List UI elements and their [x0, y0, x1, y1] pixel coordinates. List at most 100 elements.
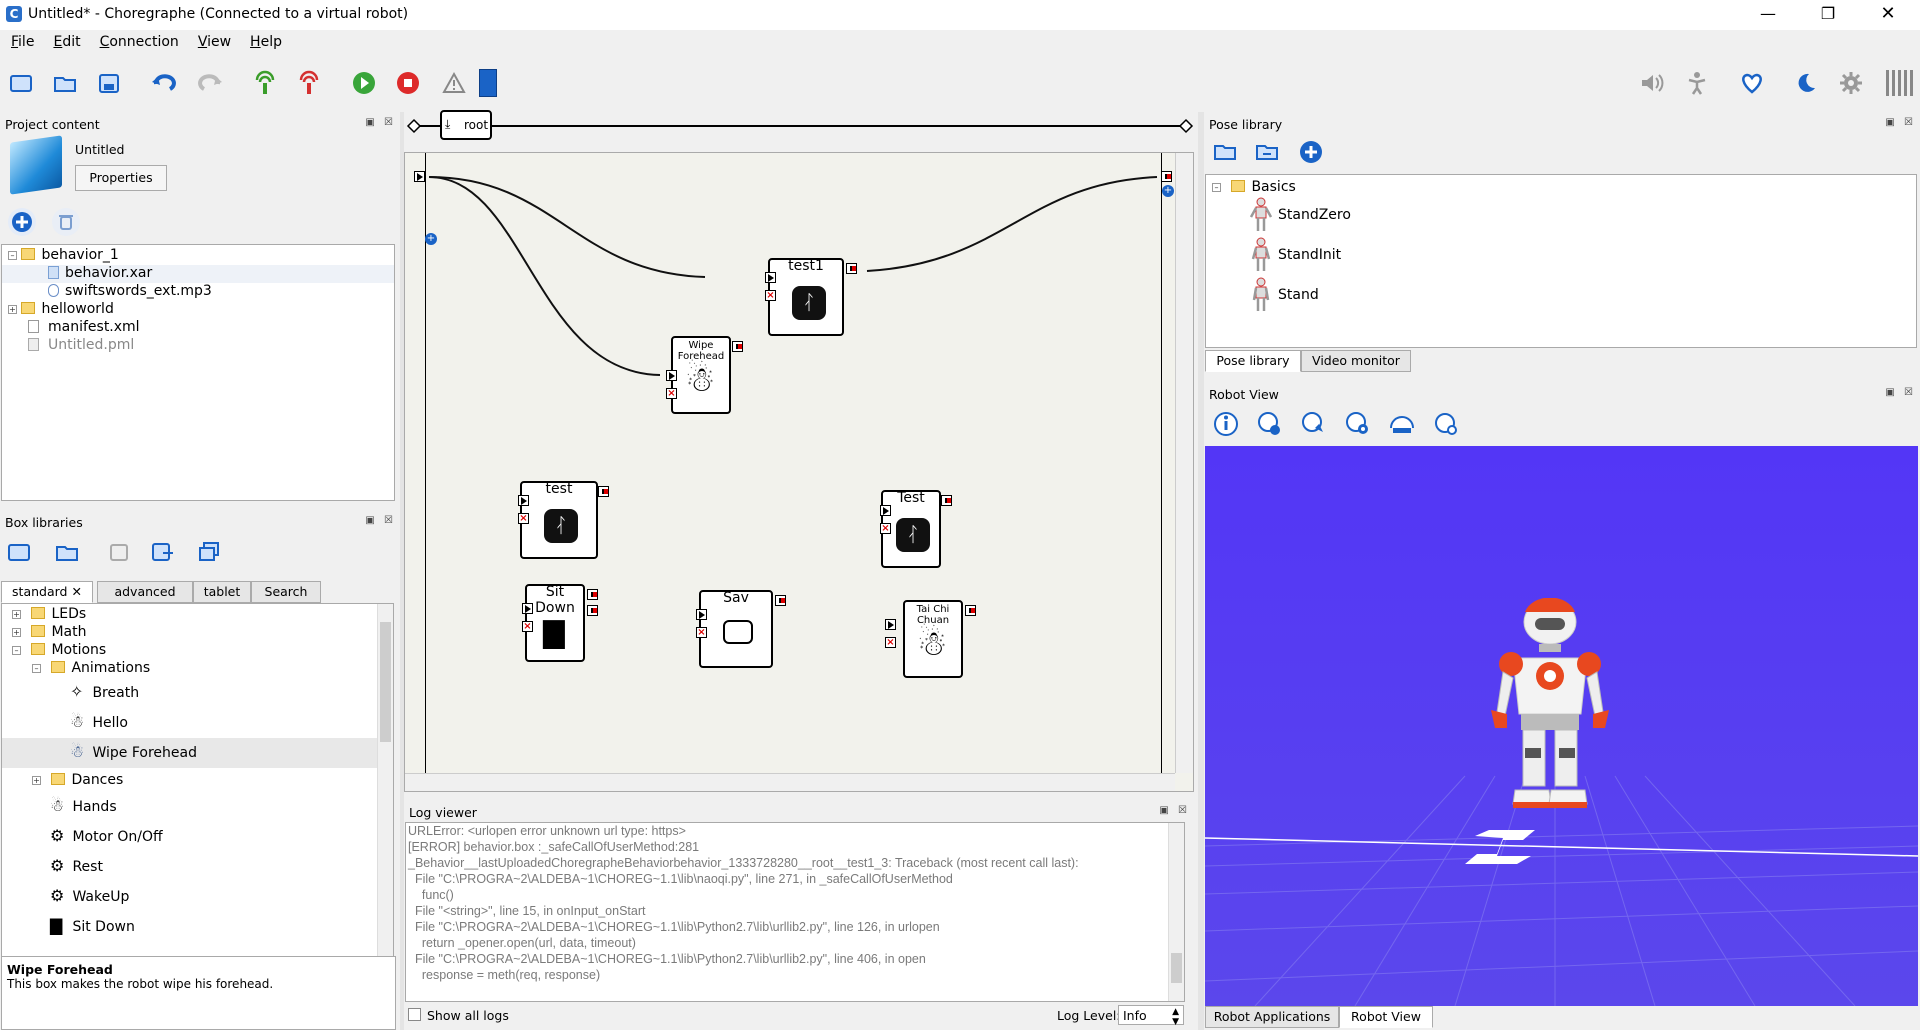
menu-connection[interactable]: Connection — [89, 30, 187, 50]
box-sit-down[interactable]: Sit Down ▇ — [525, 584, 585, 662]
redo-icon[interactable] — [195, 68, 225, 98]
view-front-icon[interactable] — [1256, 410, 1284, 442]
expand-icon[interactable]: + — [32, 776, 41, 785]
box-onstop-port[interactable]: × — [880, 523, 891, 534]
library-item-animations[interactable]: – Animations — [32, 660, 150, 676]
view-top-icon[interactable] — [1388, 410, 1416, 442]
robot-3d-viewport[interactable] — [1205, 446, 1918, 1006]
tree-item-manifest[interactable]: manifest.xml — [28, 319, 140, 337]
add-pose-icon[interactable] — [1298, 139, 1324, 169]
undo-icon[interactable] — [149, 68, 179, 98]
disconnect-icon[interactable] — [294, 68, 324, 98]
box-onstart-port[interactable] — [696, 609, 707, 620]
box-onstop-port[interactable]: × — [696, 627, 707, 638]
menu-file[interactable]: File — [0, 30, 42, 50]
log-level-select[interactable]: Info ▲ ▼ — [1118, 1005, 1184, 1027]
close-tab-icon[interactable]: ✕ — [71, 584, 81, 599]
tree-item-mp3[interactable]: swiftswords_ext.mp3 — [48, 283, 212, 301]
pose-folder-basics[interactable]: – Basics — [1212, 179, 1296, 195]
save-project-icon[interactable] — [94, 68, 124, 98]
box-onstart-port[interactable] — [522, 603, 533, 614]
scroll-thumb[interactable] — [380, 622, 391, 742]
panel-float-close-icon[interactable]: ▣ ☒ — [1885, 117, 1916, 128]
library-item-rest[interactable]: ⚙ Rest — [50, 856, 103, 875]
box-wipe-forehead[interactable]: Wipe Forehead ☃ — [671, 336, 731, 414]
right-splitter[interactable] — [1198, 112, 1204, 1030]
tab-video-monitor[interactable]: Video monitor — [1301, 350, 1411, 372]
box-onstart-port[interactable] — [880, 505, 891, 516]
library-item-hello[interactable]: ☃ Hello — [70, 712, 128, 731]
scroll-thumb[interactable] — [1171, 953, 1182, 983]
library-item-sit-down[interactable]: ▇ Sit Down — [50, 916, 135, 935]
library-item-dances[interactable]: + Dances — [32, 772, 123, 788]
animation-mode-icon[interactable] — [1682, 68, 1712, 98]
box-onstop-port[interactable]: × — [885, 637, 896, 648]
library-export-icon[interactable] — [149, 541, 175, 567]
tree-item-pml[interactable]: Untitled.pml — [28, 337, 134, 355]
collapse-icon[interactable]: – — [8, 251, 17, 260]
pose-stand[interactable]: Stand — [1250, 277, 1319, 313]
tab-tablet[interactable]: tablet — [193, 581, 251, 603]
box-onstart-port[interactable] — [518, 495, 529, 506]
view-side-icon[interactable] — [1300, 410, 1328, 442]
restore-icon[interactable]: ❐ — [1800, 0, 1856, 30]
library-item-leds[interactable]: + LEDs — [12, 606, 86, 622]
box-onstart-port[interactable] — [885, 619, 896, 630]
menu-view[interactable]: View — [187, 30, 239, 50]
new-project-icon[interactable] — [6, 68, 36, 98]
box-onstopped-port[interactable] — [965, 605, 976, 616]
view-reset-icon[interactable] — [1432, 410, 1460, 442]
menu-edit[interactable]: Edit — [42, 30, 88, 50]
save-library-icon[interactable] — [106, 541, 132, 567]
behavior-onstart-port[interactable] — [414, 171, 425, 182]
close-icon[interactable]: ✕ — [1860, 0, 1916, 30]
tree-item-helloworld[interactable]: + helloworld — [8, 301, 114, 319]
library-item-hands[interactable]: ☃ Hands — [50, 796, 117, 815]
panel-float-close-icon[interactable]: ▣ ☒ — [365, 515, 396, 526]
library-scrollbar[interactable] — [377, 604, 393, 958]
library-item-breath[interactable]: ✧ Breath — [70, 682, 139, 701]
box-onstopped-port[interactable] — [941, 495, 952, 506]
log-scrollbar[interactable] — [1168, 823, 1184, 1001]
menu-help[interactable]: Help — [239, 30, 290, 50]
box-onstopped-port[interactable] — [598, 486, 609, 497]
flow-canvas[interactable]: + + test1 ᛮ × Wipe Forehead ☃ × test ᛮ ×… — [404, 152, 1194, 792]
expand-icon[interactable]: + — [12, 610, 21, 619]
box-tai-chi-chuan[interactable]: Tai Chi Chuan ☃ — [903, 600, 963, 678]
tab-advanced[interactable]: advanced — [97, 581, 193, 603]
view-settings-icon[interactable] — [1344, 410, 1372, 442]
panel-float-close-icon[interactable]: ▣ ☒ — [1885, 387, 1916, 398]
log-output[interactable]: URLError: <urlopen error unknown url typ… — [405, 822, 1185, 1002]
box-onstopped-port[interactable] — [587, 589, 598, 600]
box-output-port[interactable] — [587, 605, 598, 616]
minimize-icon[interactable]: — — [1740, 0, 1796, 30]
new-library-icon[interactable] — [6, 541, 32, 567]
box-onstart-port[interactable] — [765, 272, 776, 283]
delete-icon[interactable] — [52, 208, 80, 236]
tab-pose-library[interactable]: Pose library — [1205, 350, 1301, 372]
box-onstopped-port[interactable] — [775, 595, 786, 606]
box-onstopped-port[interactable] — [732, 341, 743, 352]
settings-gear-icon[interactable] — [1836, 68, 1866, 98]
properties-button[interactable]: Properties — [75, 165, 167, 191]
stop-icon[interactable] — [393, 68, 423, 98]
collapse-icon[interactable]: – — [1212, 183, 1221, 192]
canvas-horizontal-scrollbar[interactable] — [405, 773, 1175, 791]
open-pose-folder-icon[interactable] — [1212, 140, 1238, 166]
panel-float-close-icon[interactable]: ▣ ☒ — [1159, 805, 1190, 816]
tab-robot-view[interactable]: Robot View — [1339, 1006, 1433, 1028]
open-library-icon[interactable] — [54, 541, 80, 567]
rest-moon-icon[interactable] — [1791, 68, 1821, 98]
play-icon[interactable] — [349, 68, 379, 98]
add-icon[interactable] — [8, 208, 36, 236]
box-test[interactable]: test ᛮ — [520, 481, 598, 559]
library-item-motions[interactable]: – Motions — [12, 642, 106, 658]
library-item-wakeup[interactable]: ⚙ WakeUp — [50, 886, 129, 905]
panel-float-close-icon[interactable]: ▣ ☒ — [365, 117, 396, 128]
tab-search[interactable]: Search — [251, 581, 321, 603]
box-onstop-port[interactable]: × — [765, 290, 776, 301]
add-input-icon[interactable]: + — [425, 233, 437, 245]
tab-robot-applications[interactable]: Robot Applications — [1205, 1006, 1339, 1028]
autonomous-life-icon[interactable] — [1737, 68, 1767, 98]
tree-item-behavior-1[interactable]: – behavior_1 — [8, 247, 119, 265]
